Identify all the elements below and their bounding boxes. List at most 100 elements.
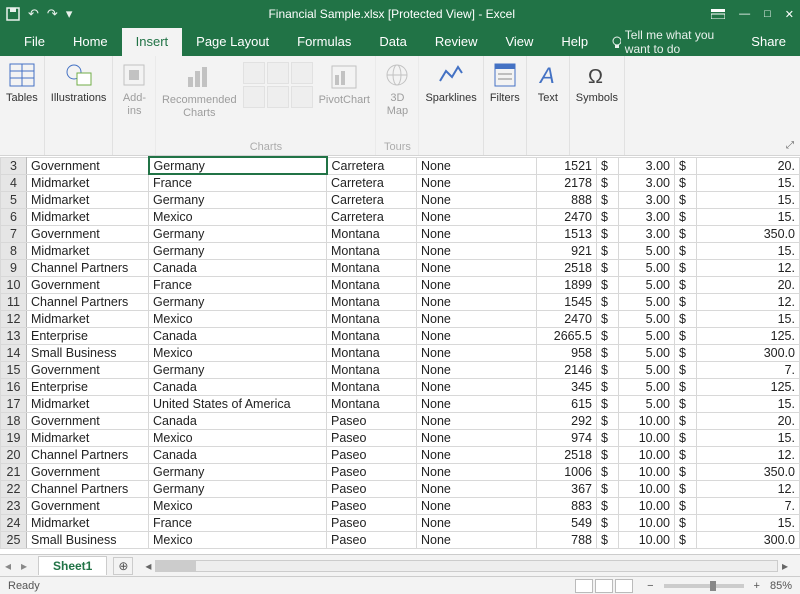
cell[interactable]: Mexico (149, 531, 327, 548)
filters-button[interactable]: Filters (490, 60, 520, 105)
cell[interactable]: $ (597, 259, 619, 276)
cell[interactable]: Montana (327, 344, 417, 361)
cell[interactable]: Paseo (327, 480, 417, 497)
cell[interactable]: Midmarket (27, 429, 149, 446)
worksheet-grid[interactable]: 3GovernmentGermanyCarreteraNone1521$3.00… (0, 156, 800, 554)
row-header[interactable]: 10 (1, 276, 27, 293)
cell[interactable]: None (417, 361, 537, 378)
tables-button[interactable]: Tables (6, 60, 38, 105)
cell[interactable]: Midmarket (27, 174, 149, 191)
cell[interactable]: 7. (697, 361, 800, 378)
cell[interactable]: Carretera (327, 174, 417, 191)
cell[interactable]: $ (597, 378, 619, 395)
cell[interactable]: Midmarket (27, 242, 149, 259)
cell[interactable]: None (417, 463, 537, 480)
cell[interactable]: $ (675, 531, 697, 548)
cell[interactable]: None (417, 412, 537, 429)
cell[interactable]: Montana (327, 242, 417, 259)
cell[interactable]: Germany (149, 157, 327, 174)
cell[interactable]: $ (675, 208, 697, 225)
cell[interactable]: Paseo (327, 446, 417, 463)
cell[interactable]: 2178 (537, 174, 597, 191)
cell[interactable]: 5.00 (619, 344, 675, 361)
cell[interactable]: 12. (697, 293, 800, 310)
cell[interactable]: 3.00 (619, 157, 675, 174)
cell[interactable]: None (417, 293, 537, 310)
cell[interactable]: 10.00 (619, 480, 675, 497)
row-header[interactable]: 3 (1, 157, 27, 174)
cell[interactable]: 2146 (537, 361, 597, 378)
cell[interactable]: $ (597, 514, 619, 531)
cell[interactable]: Montana (327, 361, 417, 378)
cell[interactable]: Midmarket (27, 395, 149, 412)
cell[interactable]: 12. (697, 480, 800, 497)
cell[interactable]: $ (675, 276, 697, 293)
addins-button[interactable]: Add- ins (119, 60, 149, 118)
sheet-nav-prev[interactable]: ◂ (0, 559, 16, 573)
scatter-chart-icon[interactable] (267, 86, 289, 108)
row-header[interactable]: 18 (1, 412, 27, 429)
row-header[interactable]: 20 (1, 446, 27, 463)
cell[interactable]: 15. (697, 191, 800, 208)
row-header[interactable]: 5 (1, 191, 27, 208)
3d-map-button[interactable]: 3D Map (382, 60, 412, 118)
cell[interactable]: 5.00 (619, 242, 675, 259)
row-header[interactable]: 4 (1, 174, 27, 191)
normal-view-button[interactable] (575, 579, 593, 593)
cell[interactable]: $ (675, 327, 697, 344)
cell[interactable]: $ (675, 242, 697, 259)
cell[interactable]: Germany (149, 293, 327, 310)
cell[interactable]: 2518 (537, 259, 597, 276)
cell[interactable]: None (417, 395, 537, 412)
cell[interactable]: Montana (327, 225, 417, 242)
cell[interactable]: 1521 (537, 157, 597, 174)
row-header[interactable]: 14 (1, 344, 27, 361)
cell[interactable]: $ (675, 395, 697, 412)
cell[interactable]: Germany (149, 242, 327, 259)
cell[interactable]: 300.0 (697, 344, 800, 361)
cell[interactable]: $ (597, 208, 619, 225)
save-icon[interactable] (6, 7, 20, 21)
cell[interactable]: 2518 (537, 446, 597, 463)
zoom-out-button[interactable]: − (643, 580, 657, 592)
cell[interactable]: 888 (537, 191, 597, 208)
tab-formulas[interactable]: Formulas (283, 28, 365, 56)
cell[interactable]: Mexico (149, 310, 327, 327)
cell[interactable]: $ (597, 412, 619, 429)
cell[interactable]: 20. (697, 276, 800, 293)
pivotchart-button[interactable]: PivotChart (319, 62, 370, 107)
row-header[interactable]: 6 (1, 208, 27, 225)
cell[interactable]: Carretera (327, 157, 417, 174)
cell[interactable]: 350.0 (697, 463, 800, 480)
cell[interactable]: $ (675, 310, 697, 327)
cell[interactable]: 788 (537, 531, 597, 548)
cell[interactable]: 5.00 (619, 361, 675, 378)
cell[interactable]: Government (27, 463, 149, 480)
cell[interactable]: None (417, 276, 537, 293)
cell[interactable]: $ (597, 310, 619, 327)
cell[interactable]: 10.00 (619, 412, 675, 429)
row-header[interactable]: 13 (1, 327, 27, 344)
cell[interactable]: $ (675, 344, 697, 361)
cell[interactable]: France (149, 276, 327, 293)
cell[interactable]: $ (675, 157, 697, 174)
cell[interactable]: 10.00 (619, 497, 675, 514)
cell[interactable]: 2470 (537, 310, 597, 327)
row-header[interactable]: 22 (1, 480, 27, 497)
undo-button[interactable]: ↶ (28, 6, 39, 22)
cell[interactable]: Government (27, 225, 149, 242)
cell[interactable]: Midmarket (27, 191, 149, 208)
cell[interactable]: None (417, 174, 537, 191)
cell[interactable]: $ (597, 531, 619, 548)
cell[interactable]: 15. (697, 429, 800, 446)
tab-insert[interactable]: Insert (122, 28, 183, 56)
cell[interactable]: $ (597, 157, 619, 174)
cell[interactable]: 1899 (537, 276, 597, 293)
cell[interactable]: $ (597, 174, 619, 191)
cell[interactable]: 883 (537, 497, 597, 514)
cell[interactable]: $ (597, 327, 619, 344)
cell[interactable]: None (417, 157, 537, 174)
cell[interactable]: $ (675, 412, 697, 429)
cell[interactable]: Paseo (327, 497, 417, 514)
zoom-slider[interactable] (664, 584, 744, 588)
